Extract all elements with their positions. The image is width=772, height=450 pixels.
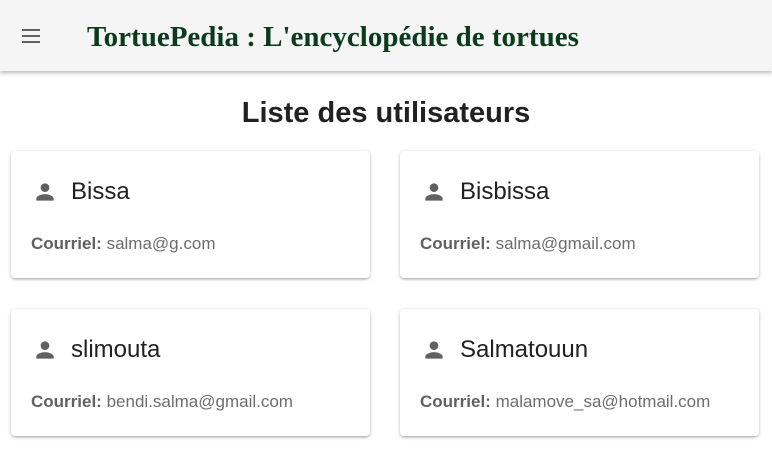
user-card: slimouta Courriel: bendi.salma@gmail.com	[11, 309, 370, 436]
email-value: salma@g.com	[106, 234, 216, 253]
menu-icon	[22, 29, 40, 43]
user-card-header: slimouta	[32, 335, 160, 365]
top-toolbar: TortuePedia : L'encyclopédie de tortues	[0, 0, 772, 71]
user-name: Bisbissa	[460, 178, 550, 205]
person-icon	[421, 337, 447, 363]
user-card: Bisbissa Courriel: salma@gmail.com	[400, 151, 759, 278]
email-value: malamove_sa@hotmail.com	[495, 392, 711, 411]
person-icon	[421, 179, 447, 205]
user-name: slimouta	[71, 336, 161, 363]
user-email: Courriel: malamove_sa@hotmail.com	[420, 391, 710, 413]
email-label: Courriel:	[420, 392, 491, 411]
user-email: Courriel: salma@gmail.com	[420, 233, 636, 255]
email-label: Courriel:	[420, 234, 491, 253]
email-label: Courriel:	[31, 392, 102, 411]
user-card: Bissa Courriel: salma@g.com	[11, 151, 370, 278]
email-label: Courriel:	[31, 234, 102, 253]
user-card-header: Salmatouun	[421, 335, 588, 365]
app-title: TortuePedia : L'encyclopédie de tortues	[87, 21, 579, 53]
menu-button[interactable]	[11, 17, 51, 55]
user-name: Bissa	[71, 178, 130, 205]
email-value: bendi.salma@gmail.com	[106, 392, 293, 411]
email-value: salma@gmail.com	[495, 234, 636, 253]
user-card: Salmatouun Courriel: malamove_sa@hotmail…	[400, 309, 759, 436]
user-card-header: Bisbissa	[421, 177, 549, 207]
user-card-header: Bissa	[32, 177, 130, 207]
person-icon	[32, 337, 58, 363]
user-email: Courriel: bendi.salma@gmail.com	[31, 391, 293, 413]
user-name: Salmatouun	[460, 336, 589, 363]
page-title: Liste des utilisateurs	[241, 97, 531, 129]
person-icon	[32, 179, 58, 205]
user-email: Courriel: salma@g.com	[31, 233, 215, 255]
